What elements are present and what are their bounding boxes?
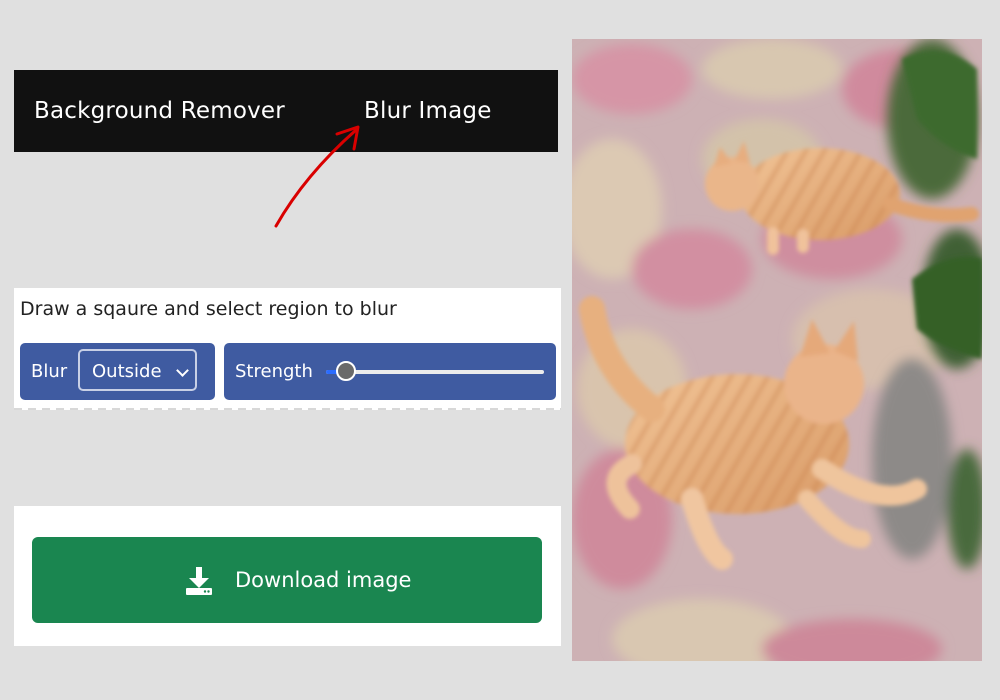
strength-control: Strength (224, 343, 556, 400)
download-panel: Download image (14, 506, 561, 646)
strength-slider[interactable] (326, 361, 544, 381)
blur-label: Blur (31, 361, 68, 382)
annotation-arrow-icon (274, 125, 360, 228)
blur-mode-select[interactable]: Outside (78, 349, 197, 391)
dashed-divider (14, 408, 561, 410)
blur-mode-control: Blur Outside (20, 343, 215, 400)
nav-link-blur-image[interactable]: Blur Image (364, 98, 492, 124)
cat-photo-icon (572, 39, 982, 661)
blur-mode-selected-value: Outside (92, 361, 162, 382)
chevron-down-icon (176, 364, 189, 377)
strength-slider-thumb[interactable] (335, 361, 356, 381)
blur-instruction-text: Draw a sqaure and select region to blur (20, 298, 397, 320)
blur-controls-panel: Draw a sqaure and select region to blur … (14, 288, 561, 410)
download-icon (186, 567, 212, 595)
download-button-label: Download image (235, 568, 412, 592)
blurred-image-preview[interactable] (572, 39, 982, 661)
strength-label: Strength (235, 361, 313, 382)
nav-link-background-remover[interactable]: Background Remover (34, 98, 285, 124)
download-image-button[interactable]: Download image (32, 537, 542, 623)
